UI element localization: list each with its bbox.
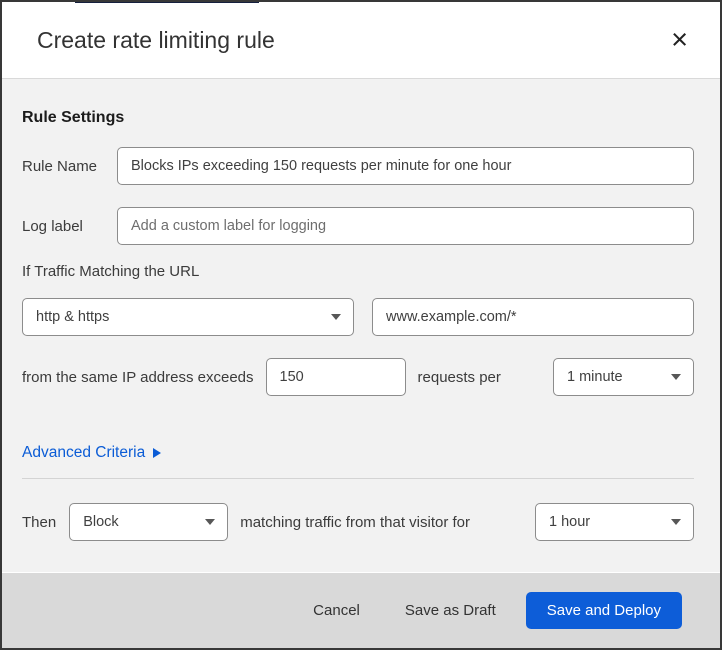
duration-select[interactable]: 1 hour (535, 503, 694, 541)
log-label-row: Log label (22, 207, 694, 245)
save-and-deploy-button[interactable]: Save and Deploy (525, 592, 682, 629)
rule-name-row: Rule Name (22, 147, 694, 185)
action-row: Then Block matching traffic from that vi… (22, 503, 694, 541)
section-divider (22, 478, 694, 479)
chevron-down-icon (331, 314, 341, 320)
save-as-draft-button[interactable]: Save as Draft (390, 594, 511, 627)
create-rate-limiting-rule-dialog: Create rate limiting rule × Rule Setting… (0, 0, 722, 650)
action-select[interactable]: Block (69, 503, 229, 541)
dialog-header: Create rate limiting rule × (2, 2, 720, 79)
chevron-down-icon (671, 374, 681, 380)
chevron-right-icon (153, 448, 162, 458)
rule-name-input[interactable] (117, 147, 694, 185)
dialog-title: Create rate limiting rule (37, 26, 275, 53)
page-behind-top-edge (75, 2, 259, 3)
chevron-down-icon (671, 519, 681, 525)
request-count-input[interactable] (265, 358, 406, 396)
url-match-row: http & https (22, 298, 694, 336)
matching-traffic-text: matching traffic from that visitor for (240, 513, 471, 531)
rule-settings-heading: Rule Settings (22, 109, 125, 126)
close-icon[interactable]: × (665, 26, 694, 55)
threshold-row: from the same IP address exceeds request… (22, 358, 694, 396)
period-select[interactable]: 1 minute (553, 358, 694, 396)
rule-name-label: Rule Name (22, 157, 98, 175)
advanced-criteria-link[interactable]: Advanced Criteria (22, 444, 162, 462)
period-select-value: 1 minute (567, 369, 623, 385)
scheme-select-value: http & https (36, 309, 110, 325)
requests-per-text: requests per (417, 368, 501, 386)
action-select-value: Block (83, 514, 119, 530)
then-text: Then (22, 513, 57, 531)
threshold-prefix-text: from the same IP address exceeds (22, 368, 254, 386)
url-pattern-input[interactable] (372, 298, 694, 336)
log-label-label: Log label (22, 217, 83, 235)
dialog-body: Rule Settings Rule Name Log label If Tra… (2, 79, 720, 572)
log-label-input[interactable] (117, 207, 694, 245)
advanced-criteria-label: Advanced Criteria (22, 444, 146, 461)
cancel-button[interactable]: Cancel (298, 594, 375, 627)
chevron-down-icon (205, 519, 216, 525)
duration-select-value: 1 hour (549, 514, 591, 530)
scheme-select[interactable]: http & https (22, 298, 354, 336)
dialog-footer: Cancel Save as Draft Save and Deploy (2, 573, 720, 648)
traffic-match-heading: If Traffic Matching the URL (22, 263, 200, 280)
